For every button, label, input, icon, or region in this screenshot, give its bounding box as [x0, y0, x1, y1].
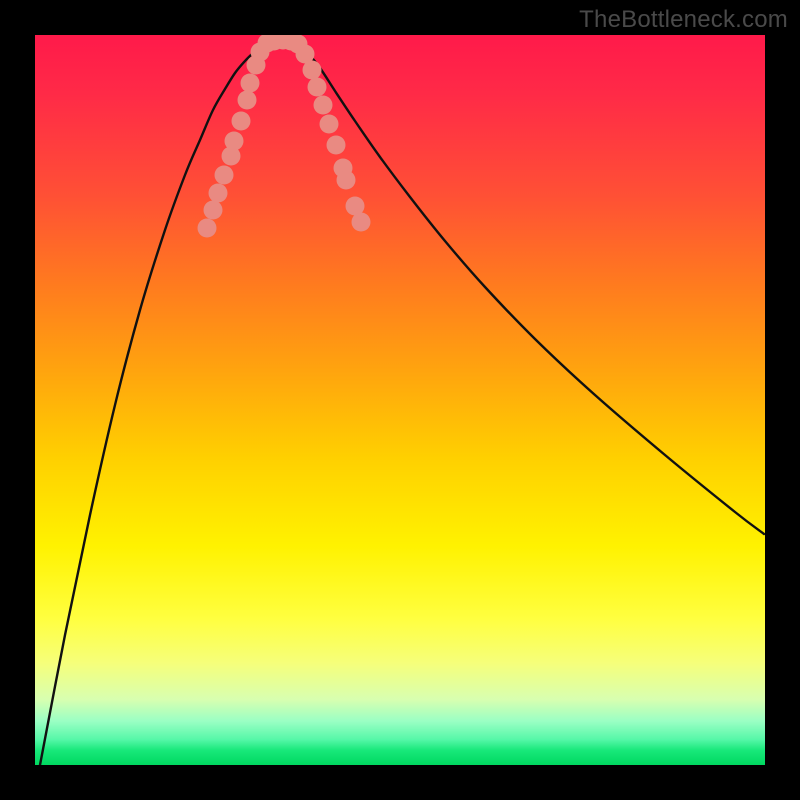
dot-group [198, 35, 371, 238]
data-dot [198, 219, 217, 238]
data-dot [225, 132, 244, 151]
data-dot [232, 112, 251, 131]
overlay-svg [35, 35, 765, 765]
data-dot [308, 78, 327, 97]
curve-right-curve [297, 42, 764, 534]
data-dot [337, 171, 356, 190]
data-dot [303, 61, 322, 80]
data-dot [204, 201, 223, 220]
data-dot [352, 213, 371, 232]
data-dot [215, 166, 234, 185]
data-dot [314, 96, 333, 115]
data-dot [327, 136, 346, 155]
curve-group [40, 37, 764, 765]
data-dot [320, 115, 339, 134]
data-dot [238, 91, 257, 110]
chart-frame: TheBottleneck.com [0, 0, 800, 800]
data-dot [241, 74, 260, 93]
plot-area [35, 35, 765, 765]
data-dot [209, 184, 228, 203]
attribution-label: TheBottleneck.com [579, 6, 788, 34]
